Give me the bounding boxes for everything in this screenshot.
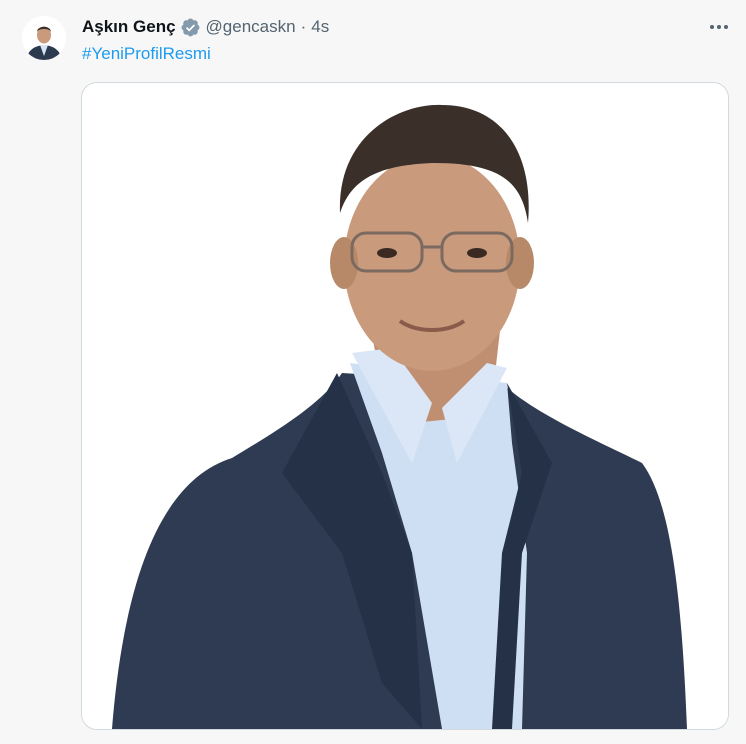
more-horizontal-icon[interactable] [708,18,730,36]
avatar-portrait-image [22,16,66,60]
author-name[interactable]: Aşkın Genç [82,17,176,37]
separator-dot: · [300,17,307,36]
verified-badge-icon [180,17,201,38]
profile-portrait-image [82,83,728,729]
tweet[interactable]: Aşkın Genç @gencaskn · 4s #YeniProfilRes… [0,0,746,744]
tweet-media-photo[interactable] [81,82,729,730]
hashtag-link[interactable]: #YeniProfilResmi [82,44,211,64]
tweet-timestamp[interactable]: 4s [311,17,329,37]
author-handle[interactable]: @gencaskn [206,17,296,37]
tweet-header: Aşkın Genç @gencaskn · 4s [82,14,726,40]
avatar[interactable] [22,16,66,60]
